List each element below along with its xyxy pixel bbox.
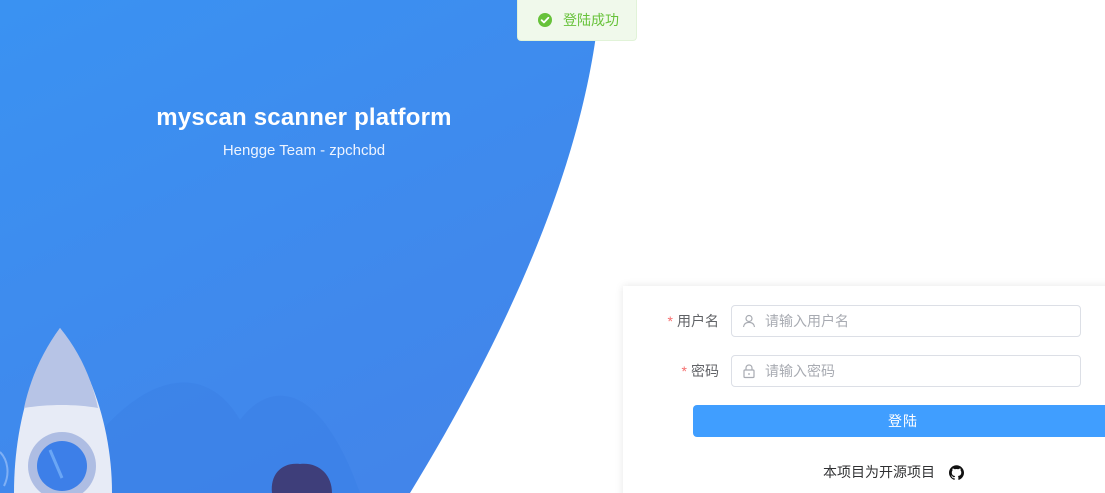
login-page: myscan scanner platform Hengge Team - zp… (0, 0, 1105, 493)
open-source-text: 本项目为开源项目 (823, 464, 935, 480)
check-circle-icon (537, 12, 553, 28)
username-input[interactable] (765, 313, 1065, 329)
password-label: * 密码 (623, 361, 731, 381)
password-input[interactable] (765, 363, 1065, 379)
success-toast: 登陆成功 (517, 0, 637, 41)
lock-icon (741, 363, 757, 379)
username-row: * 用户名 (623, 305, 1105, 337)
user-icon (741, 313, 757, 329)
password-row: * 密码 (623, 355, 1105, 387)
username-label-text: 用户名 (677, 313, 719, 329)
login-card: *用户名 *密码 (623, 286, 1105, 493)
password-input-wrapper[interactable] (731, 355, 1081, 387)
required-mark: * (667, 313, 673, 329)
login-button[interactable]: 登陆 (693, 405, 1105, 437)
username-input-wrapper[interactable] (731, 305, 1081, 337)
password-label-text: 密码 (691, 363, 719, 379)
hero-title: myscan scanner platform (156, 104, 452, 131)
hero-subtitle: Hengge Team - zpchcbd (222, 142, 386, 159)
github-icon[interactable] (949, 464, 964, 480)
open-source-note: 本项目为开源项目 (823, 462, 964, 482)
required-mark: * (681, 363, 687, 379)
username-label: * 用户名 (623, 311, 731, 331)
toast-message: 登陆成功 (563, 12, 619, 28)
